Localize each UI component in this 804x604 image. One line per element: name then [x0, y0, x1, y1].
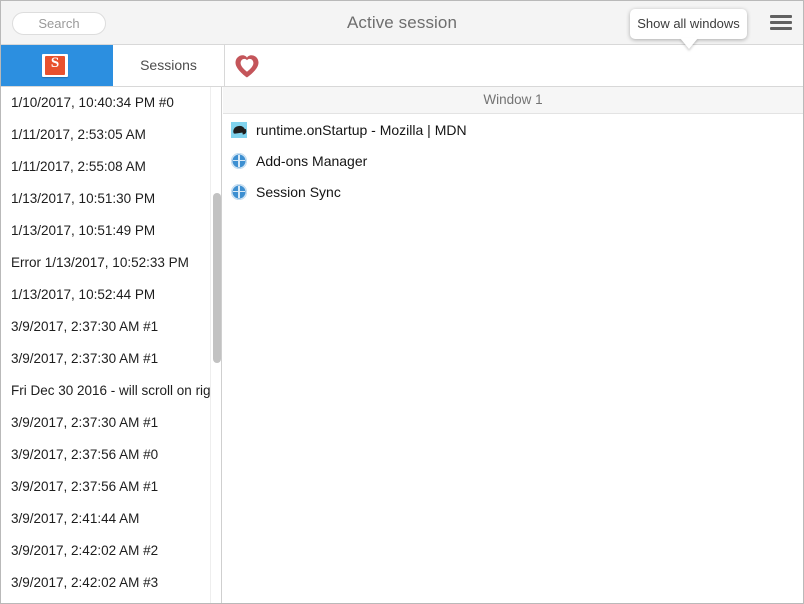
globe-favicon-icon — [231, 152, 247, 169]
mdn-favicon-icon — [231, 121, 247, 138]
session-list: 1/10/2017, 10:40:34 PM #0 1/11/2017, 2:53… — [1, 87, 211, 599]
session-list-item[interactable]: Error 1/13/2017, 10:52:33 PM — [1, 247, 211, 279]
tab-list: runtime.onStartup - Mozilla | MDN Add-ons… — [223, 114, 803, 207]
tab-title: Add-ons Manager — [256, 152, 368, 169]
tab-sessions[interactable]: Sessions — [113, 45, 225, 86]
session-buddy-logo-icon: S — [42, 54, 68, 77]
heart-icon[interactable] — [233, 52, 261, 80]
tab-list-item[interactable]: Add-ons Manager — [223, 145, 803, 176]
sidebar-item-session-buddy-logo[interactable]: S — [1, 45, 113, 86]
session-list-item[interactable]: 1/13/2017, 10:51:30 PM — [1, 183, 211, 215]
tab-list-item[interactable]: runtime.onStartup - Mozilla | MDN — [223, 114, 803, 145]
hamburger-menu-icon[interactable] — [768, 11, 794, 35]
sidebar-scrollbar[interactable] — [210, 87, 221, 603]
sessions-sidebar: 1/10/2017, 10:40:34 PM #0 1/11/2017, 2:53… — [1, 87, 222, 603]
tooltip-label: Show all windows — [637, 16, 740, 31]
session-list-item[interactable]: 1/11/2017, 2:55:08 AM — [1, 151, 211, 183]
session-list-item[interactable]: Fri Dec 30 2016 - will scroll on right n… — [1, 375, 211, 407]
menu-bar-3 — [770, 27, 792, 30]
session-buddy-window: Active session Show all windows S Sessio… — [0, 0, 804, 604]
session-list-item[interactable]: 1/11/2017, 2:53:05 AM — [1, 119, 211, 151]
window-content-pane: Window 1 runtime.onStartup - Mozilla | M… — [223, 87, 803, 603]
menu-bar-1 — [770, 15, 792, 18]
session-list-item[interactable]: 1/10/2017, 10:40:34 PM #0 — [1, 87, 211, 119]
session-list-item[interactable]: 1/13/2017, 10:51:49 PM — [1, 215, 211, 247]
tooltip-show-all-windows: Show all windows — [630, 9, 747, 49]
session-list-item[interactable]: 3/9/2017, 2:42:02 AM #3 — [1, 567, 211, 599]
session-list-item[interactable]: 3/9/2017, 2:37:30 AM #1 — [1, 311, 211, 343]
menu-bar-2 — [770, 21, 792, 24]
session-list-item[interactable]: 1/13/2017, 10:52:44 PM — [1, 279, 211, 311]
session-list-item[interactable]: 3/9/2017, 2:41:44 AM — [1, 503, 211, 535]
session-list-item[interactable]: 3/9/2017, 2:37:56 AM #1 — [1, 471, 211, 503]
tab-title: runtime.onStartup - Mozilla | MDN — [256, 121, 467, 138]
tab-list-item[interactable]: Session Sync — [223, 176, 803, 207]
session-list-item[interactable]: 3/9/2017, 2:37:30 AM #1 — [1, 343, 211, 375]
sidebar-scrollbar-thumb[interactable] — [213, 193, 221, 363]
session-list-item[interactable]: 3/9/2017, 2:37:56 AM #0 — [1, 439, 211, 471]
tab-title: Session Sync — [256, 183, 341, 200]
globe-favicon-icon — [231, 183, 247, 200]
tooltip-arrow — [679, 38, 698, 49]
session-list-item[interactable]: 3/9/2017, 2:37:30 AM #1 — [1, 407, 211, 439]
window-group-header[interactable]: Window 1 — [223, 87, 803, 114]
toolbar-row: S Sessions — [1, 45, 803, 121]
logo-letter: S — [50, 55, 60, 71]
session-list-item[interactable]: 3/9/2017, 2:42:02 AM #2 — [1, 535, 211, 567]
window-group-title: Window 1 — [483, 92, 543, 107]
tab-sessions-label: Sessions — [140, 57, 197, 73]
